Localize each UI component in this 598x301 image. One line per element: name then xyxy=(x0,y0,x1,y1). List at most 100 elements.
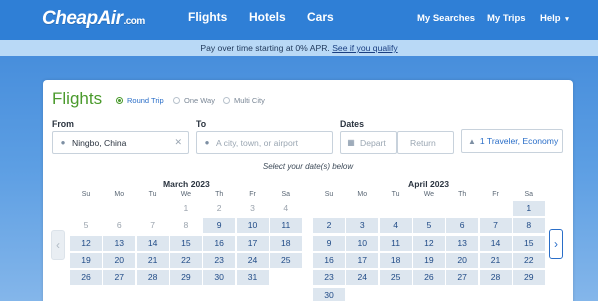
chevron-down-icon: ▾ xyxy=(565,16,569,23)
calendar-day[interactable]: 30 xyxy=(203,270,236,286)
calendar-day[interactable]: 15 xyxy=(512,235,545,251)
calendar-day[interactable]: 1 xyxy=(512,201,545,216)
calendar-day[interactable]: 28 xyxy=(479,270,512,286)
nav-cars[interactable]: Cars xyxy=(307,10,334,24)
depart-date-field[interactable]: ▦ Depart xyxy=(340,131,397,154)
calendar-day[interactable]: 6 xyxy=(446,218,479,234)
trip-type-round-trip[interactable]: Round Trip xyxy=(116,96,164,105)
calendar-day[interactable]: 20 xyxy=(446,252,479,268)
calendar-day[interactable]: 14 xyxy=(479,235,512,251)
calendar-day[interactable]: 30 xyxy=(313,287,345,301)
weekday-header: Su xyxy=(324,191,334,198)
weekday-header: Th xyxy=(215,191,224,198)
chevron-right-icon: › xyxy=(554,237,558,251)
weekday-header: Fr xyxy=(492,191,499,198)
calendar-day[interactable]: 26 xyxy=(70,270,102,286)
calendar-day[interactable]: 2 xyxy=(313,218,345,234)
calendar-day[interactable]: 20 xyxy=(103,252,136,268)
calendar-day[interactable]: 15 xyxy=(169,235,202,251)
calendar-day: 4 xyxy=(269,201,302,216)
calendar-day[interactable]: 31 xyxy=(236,270,269,286)
calendar-day[interactable]: 18 xyxy=(379,252,412,268)
calendar-day[interactable]: 29 xyxy=(169,270,202,286)
weekday-header: Sa xyxy=(281,191,291,198)
weekday-header: We xyxy=(180,191,192,198)
calendar-day[interactable]: 24 xyxy=(346,270,379,286)
to-label: To xyxy=(196,119,207,129)
calendar-day[interactable]: 11 xyxy=(269,218,302,234)
prev-month-button[interactable]: ‹ xyxy=(51,230,65,260)
calendar-day[interactable]: 8 xyxy=(512,218,545,234)
logo-text: CheapAir xyxy=(42,8,123,29)
nav-my-searches[interactable]: My Searches xyxy=(417,13,475,24)
calendar-day[interactable]: 26 xyxy=(412,270,445,286)
calendar-day[interactable]: 4 xyxy=(379,218,412,234)
radio-unselected-icon xyxy=(223,97,230,104)
to-field[interactable]: ● A city, town, or airport xyxy=(196,131,333,154)
promo-banner: Pay over time starting at 0% APR. See if… xyxy=(0,40,598,56)
weekday-header: Mo xyxy=(357,191,368,198)
clear-icon[interactable]: ✕ xyxy=(174,137,182,148)
calendar-day[interactable]: 28 xyxy=(136,270,169,286)
trip-type-one-way[interactable]: One Way xyxy=(173,96,215,105)
weekday-header: Mo xyxy=(114,191,125,198)
calendar-day[interactable]: 3 xyxy=(346,218,379,234)
calendar-day[interactable]: 21 xyxy=(136,252,169,268)
date-select-hint: Select your date(s) below xyxy=(262,162,354,171)
cheapair-logo[interactable]: CheapAir.com xyxy=(42,8,145,30)
trip-type-label: One Way xyxy=(184,96,215,105)
month-title-april: April 2023 xyxy=(408,179,450,189)
promo-qualify-link[interactable]: See if you qualify xyxy=(332,43,397,53)
traveler-class-selector[interactable]: ▲ 1 Traveler, Economy xyxy=(461,129,563,153)
radio-selected-icon xyxy=(116,97,123,104)
radio-unselected-icon xyxy=(173,97,180,104)
calendar-day[interactable]: 23 xyxy=(313,270,345,286)
month-title-march: March 2023 xyxy=(163,179,210,189)
nav-hotels[interactable]: Hotels xyxy=(249,10,286,24)
calendar-day[interactable]: 7 xyxy=(479,218,512,234)
calendar-day[interactable]: 19 xyxy=(412,252,445,268)
calendar-day[interactable]: 16 xyxy=(203,235,236,251)
weekday-header: We xyxy=(423,191,435,198)
calendar-day[interactable]: 22 xyxy=(169,252,202,268)
calendar-day[interactable]: 27 xyxy=(103,270,136,286)
calendar-day[interactable]: 29 xyxy=(512,270,545,286)
weekday-header: Tu xyxy=(391,191,400,198)
nav-my-trips[interactable]: My Trips xyxy=(487,13,526,24)
depart-placeholder: Depart xyxy=(360,137,386,148)
calendar-day[interactable]: 9 xyxy=(313,235,345,251)
return-date-field[interactable]: Return xyxy=(397,131,454,154)
trip-type-label: Round Trip xyxy=(127,96,164,105)
calendar-day[interactable]: 14 xyxy=(136,235,169,251)
calendar-day[interactable]: 17 xyxy=(346,252,379,268)
calendar-day[interactable]: 21 xyxy=(479,252,512,268)
trip-type-multi-city[interactable]: Multi City xyxy=(223,96,265,105)
calendar-day[interactable]: 27 xyxy=(446,270,479,286)
calendar-day[interactable]: 16 xyxy=(313,252,345,268)
calendar-day[interactable]: 22 xyxy=(512,252,545,268)
calendar-day[interactable]: 23 xyxy=(203,252,236,268)
calendar-day[interactable]: 25 xyxy=(379,270,412,286)
calendar-day[interactable]: 10 xyxy=(346,235,379,251)
calendar-day[interactable]: 17 xyxy=(236,235,269,251)
calendar-day[interactable]: 18 xyxy=(269,235,302,251)
calendar-day[interactable]: 9 xyxy=(203,218,236,234)
next-month-button[interactable]: › xyxy=(549,229,563,259)
from-field[interactable]: ● Ningbo, China ✕ xyxy=(52,131,189,154)
traveler-value: 1 Traveler, Economy xyxy=(479,136,559,146)
nav-flights[interactable]: Flights xyxy=(188,10,227,24)
nav-help[interactable]: Help ▾ xyxy=(540,13,569,24)
calendar-day[interactable]: 12 xyxy=(70,235,102,251)
calendar-day: 3 xyxy=(236,201,269,216)
calendar-day[interactable]: 11 xyxy=(379,235,412,251)
calendar-day: 2 xyxy=(203,201,236,216)
calendar-day[interactable]: 12 xyxy=(412,235,445,251)
from-label: From xyxy=(52,119,74,129)
calendar-day[interactable]: 13 xyxy=(446,235,479,251)
calendar-day[interactable]: 13 xyxy=(103,235,136,251)
calendar-day[interactable]: 25 xyxy=(269,252,302,268)
calendar-day[interactable]: 10 xyxy=(236,218,269,234)
calendar-day[interactable]: 19 xyxy=(70,252,102,268)
calendar-day[interactable]: 5 xyxy=(412,218,445,234)
calendar-day[interactable]: 24 xyxy=(236,252,269,268)
